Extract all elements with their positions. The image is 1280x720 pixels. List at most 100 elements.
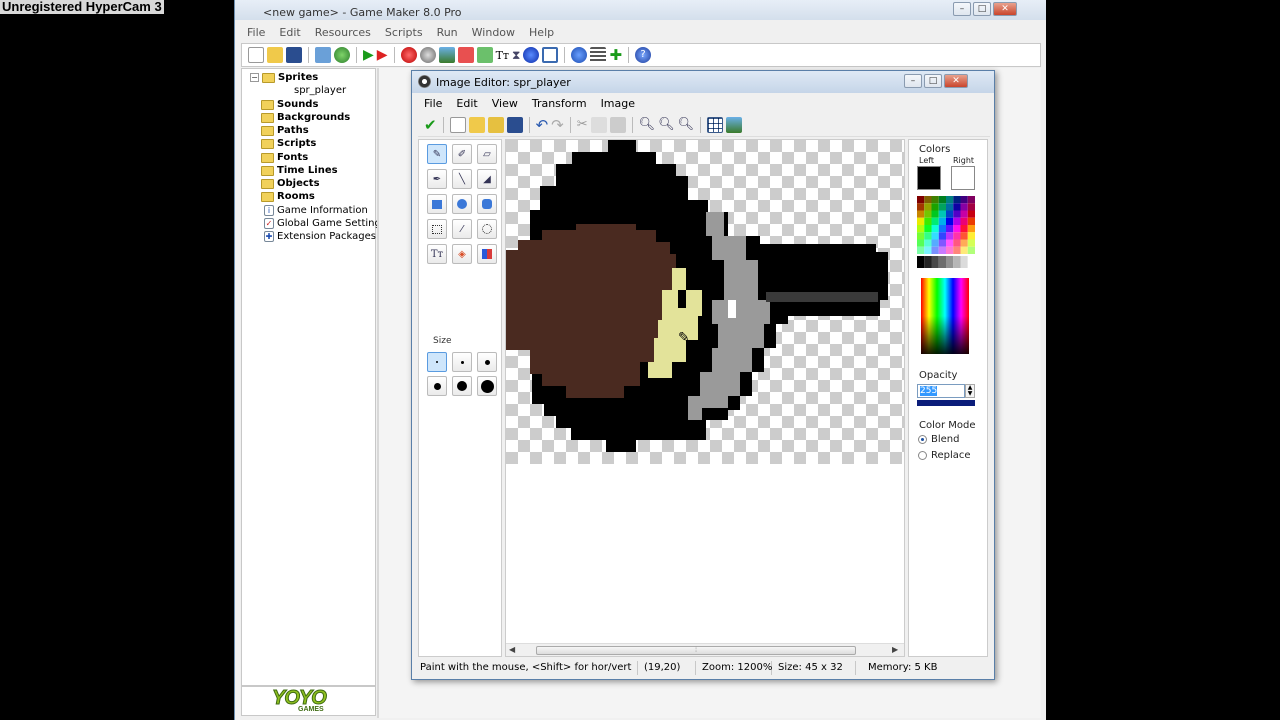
palette-swatch[interactable]	[931, 203, 939, 211]
right-color-swatch[interactable]	[951, 166, 975, 190]
palette-swatch[interactable]	[946, 239, 954, 247]
palette-swatch[interactable]	[917, 246, 925, 254]
palette-swatch[interactable]	[938, 246, 946, 254]
scroll-right-icon[interactable]: ▶	[892, 645, 898, 654]
menu-help[interactable]: Help	[525, 24, 564, 42]
font-icon[interactable]: Tт	[496, 49, 509, 62]
room-icon[interactable]	[542, 47, 559, 63]
palette-swatch[interactable]	[931, 217, 939, 225]
palette-swatch[interactable]	[931, 196, 939, 204]
palette-swatch[interactable]	[924, 217, 932, 225]
palette-swatch[interactable]	[960, 246, 968, 254]
menu-scripts[interactable]: Scripts	[381, 24, 433, 42]
tree-item-rooms[interactable]: Rooms	[261, 190, 315, 203]
palette-swatch[interactable]	[931, 246, 939, 254]
lasso-tool[interactable]	[477, 219, 497, 239]
tree-item-extension-packages[interactable]: ✚ Extension Packages	[264, 230, 376, 243]
save-icon[interactable]	[286, 47, 302, 63]
help-icon[interactable]: ?	[635, 47, 652, 63]
select-rectangle-tool[interactable]	[427, 219, 447, 239]
tree-item-objects[interactable]: Objects	[261, 177, 320, 190]
blend-radio[interactable]	[918, 435, 927, 444]
palette-swatch[interactable]	[931, 239, 939, 247]
palette-swatch[interactable]	[924, 232, 932, 240]
palette-swatch[interactable]	[924, 239, 932, 247]
palette-swatch[interactable]	[938, 217, 946, 225]
palette-swatch[interactable]	[953, 239, 961, 247]
palette-swatch[interactable]	[917, 239, 925, 247]
background-icon[interactable]	[438, 47, 455, 63]
palette-swatch[interactable]	[946, 225, 954, 233]
gray-swatch[interactable]	[953, 256, 961, 268]
color-palette[interactable]	[917, 196, 975, 254]
tree-item-game-information[interactable]: i Game Information	[264, 204, 368, 217]
path-icon[interactable]	[457, 47, 474, 63]
palette-swatch[interactable]	[960, 232, 968, 240]
palette-swatch[interactable]	[938, 210, 946, 218]
palette-swatch[interactable]	[953, 246, 961, 254]
palette-swatch[interactable]	[960, 217, 968, 225]
opacity-input[interactable]: 255	[917, 384, 965, 398]
palette-swatch[interactable]	[938, 196, 946, 204]
horizontal-scrollbar[interactable]: ◀ ⦙ ▶	[506, 643, 904, 656]
cut-icon[interactable]: ✂	[577, 117, 588, 132]
palette-swatch[interactable]	[917, 196, 925, 204]
size-4-button[interactable]	[427, 376, 447, 396]
palette-swatch[interactable]	[953, 225, 961, 233]
color-picker-tool[interactable]: ✒	[427, 169, 447, 189]
menu-run[interactable]: Run	[433, 24, 468, 42]
palette-swatch[interactable]	[953, 196, 961, 204]
menu-resources[interactable]: Resources	[311, 24, 381, 42]
debug-icon[interactable]: ▶	[377, 47, 388, 63]
palette-swatch[interactable]	[917, 203, 925, 211]
tree-item-backgrounds[interactable]: Backgrounds	[261, 111, 350, 124]
rounded-rectangle-tool[interactable]	[477, 194, 497, 214]
global-settings-icon[interactable]	[590, 47, 607, 63]
size-3-button[interactable]	[477, 352, 497, 372]
gray-swatch[interactable]	[967, 256, 975, 268]
editor-menu-view[interactable]: View	[486, 95, 526, 113]
palette-swatch[interactable]	[967, 210, 975, 218]
palette-swatch[interactable]	[953, 210, 961, 218]
ellipse-tool[interactable]	[452, 194, 472, 214]
confirm-icon[interactable]: ✔	[424, 116, 437, 134]
tree-item-global-game-settings[interactable]: ✓ Global Game Settings	[264, 217, 386, 230]
editor-menu-image[interactable]: Image	[595, 95, 643, 113]
script-icon[interactable]	[476, 47, 493, 63]
menu-edit[interactable]: Edit	[275, 24, 310, 42]
editor-titlebar[interactable]: Image Editor: spr_player – □ ✕	[412, 71, 994, 93]
gray-swatch[interactable]	[960, 256, 968, 268]
save-icon[interactable]	[506, 116, 523, 133]
palette-swatch[interactable]	[924, 210, 932, 218]
copy-icon[interactable]	[590, 116, 607, 133]
palette-swatch[interactable]	[924, 225, 932, 233]
palette-swatch[interactable]	[917, 217, 925, 225]
line-tool[interactable]: ╲	[452, 169, 472, 189]
palette-swatch[interactable]	[946, 246, 954, 254]
timeline-icon[interactable]: ⧗	[512, 48, 520, 63]
extension-icon[interactable]: ✚	[609, 46, 622, 64]
tree-item-scripts[interactable]: Scripts	[261, 137, 316, 150]
gm-titlebar[interactable]: <new game> - Game Maker 8.0 Pro – □ ✕	[235, 0, 1047, 20]
paste-icon[interactable]	[609, 116, 626, 133]
tree-item-fonts[interactable]: Fonts	[261, 151, 308, 164]
palette-swatch[interactable]	[931, 232, 939, 240]
polygon-tool[interactable]: ◢	[477, 169, 497, 189]
palette-swatch[interactable]	[967, 225, 975, 233]
gray-swatch[interactable]	[931, 256, 939, 268]
new-image-icon[interactable]	[449, 116, 466, 133]
eraser-tool[interactable]: ▱	[477, 144, 497, 164]
palette-swatch[interactable]	[931, 210, 939, 218]
tree-item-sounds[interactable]: Sounds	[261, 98, 318, 111]
palette-swatch[interactable]	[953, 232, 961, 240]
tree-item-paths[interactable]: Paths	[261, 124, 309, 137]
palette-swatch[interactable]	[967, 217, 975, 225]
palette-swatch[interactable]	[967, 203, 975, 211]
menu-window[interactable]: Window	[468, 24, 525, 42]
size-2-button[interactable]	[452, 352, 472, 372]
size-1-button[interactable]	[427, 352, 447, 372]
palette-swatch[interactable]	[946, 203, 954, 211]
maximize-button[interactable]: □	[924, 74, 942, 88]
drawing-canvas[interactable]: ✎	[505, 139, 905, 657]
zoom-in-icon[interactable]: 🔍︎	[678, 117, 695, 132]
